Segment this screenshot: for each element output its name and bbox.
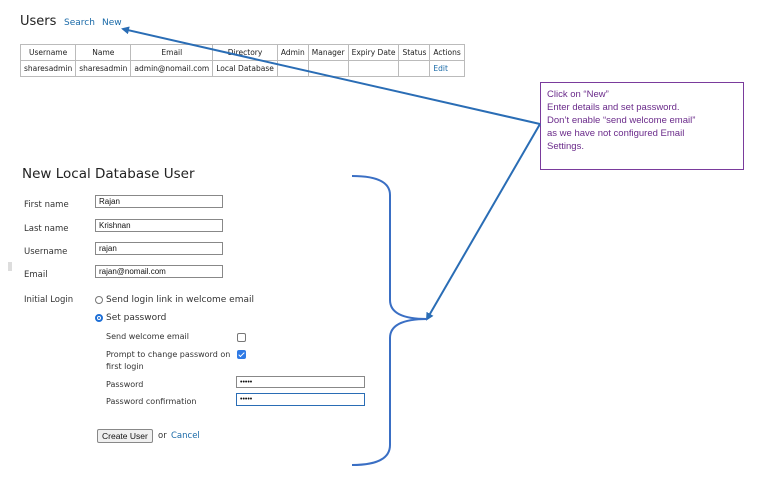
email-field[interactable] xyxy=(95,265,223,278)
callout-line: as we have not configured Email xyxy=(547,128,685,139)
cell-directory: Local Database xyxy=(212,60,278,77)
form-brace xyxy=(351,175,428,466)
last-name-label: Last name xyxy=(24,224,69,234)
column-header-status[interactable]: Status xyxy=(398,44,431,61)
create-user-button[interactable]: Create User xyxy=(97,429,153,443)
column-header-username[interactable]: Username xyxy=(19,44,77,61)
cell-admin xyxy=(276,60,309,77)
cell-name: sharesadmin xyxy=(75,60,132,77)
send-welcome-email-label: Send welcome email xyxy=(106,332,189,341)
instruction-callout: Click on “New” Enter details and set pas… xyxy=(540,82,744,170)
first-name-field[interactable] xyxy=(95,195,223,208)
users-table: Username Name Email Directory Admin Mana… xyxy=(19,44,465,77)
last-name-field[interactable] xyxy=(95,219,223,232)
column-header-actions: Actions xyxy=(429,44,465,61)
column-header-directory[interactable]: Directory xyxy=(212,44,278,61)
cell-manager xyxy=(307,60,349,77)
first-name-label: First name xyxy=(24,200,69,210)
send-login-link-label[interactable]: Send login link in welcome email xyxy=(106,295,254,305)
cell-actions: Edit xyxy=(429,60,465,77)
cancel-link[interactable]: Cancel xyxy=(171,431,200,441)
password-label: Password xyxy=(106,380,144,389)
cell-expiry-date xyxy=(347,60,400,77)
prompt-change-password-label: Prompt to change password on xyxy=(106,350,231,359)
callout-line: Enter details and set password. xyxy=(547,102,680,113)
cell-username: sharesadmin xyxy=(19,60,77,77)
initial-login-label: Initial Login xyxy=(24,295,74,305)
cell-status xyxy=(398,60,431,77)
prompt-change-password-checkbox[interactable] xyxy=(237,350,246,359)
cell-email: admin@nomail.com xyxy=(130,60,214,77)
column-header-admin[interactable]: Admin xyxy=(276,44,309,61)
callout-line: Don’t enable “send welcome email” xyxy=(547,115,696,126)
table-row: sharesadmin sharesadmin admin@nomail.com… xyxy=(19,60,465,77)
prompt-change-password-label-cont: first login xyxy=(106,362,144,371)
column-header-email[interactable]: Email xyxy=(130,44,214,61)
send-welcome-email-checkbox[interactable] xyxy=(237,333,246,342)
set-password-radio[interactable] xyxy=(95,314,103,322)
password-confirmation-field[interactable] xyxy=(236,393,365,406)
search-link[interactable]: Search xyxy=(64,18,95,28)
password-confirmation-label: Password confirmation xyxy=(106,397,197,406)
or-text: or xyxy=(158,431,167,441)
side-marker xyxy=(8,262,12,271)
column-header-expiry-date[interactable]: Expiry Date xyxy=(347,44,400,61)
email-label: Email xyxy=(24,270,48,280)
callout-line: Click on “New” xyxy=(547,89,609,100)
column-header-name[interactable]: Name xyxy=(75,44,132,61)
table-header-row: Username Name Email Directory Admin Mana… xyxy=(19,44,465,61)
column-header-manager[interactable]: Manager xyxy=(307,44,349,61)
arrow-to-form xyxy=(425,123,541,321)
set-password-label[interactable]: Set password xyxy=(106,313,166,323)
password-field[interactable] xyxy=(236,376,365,388)
send-login-link-radio[interactable] xyxy=(95,296,103,304)
callout-line: Settings. xyxy=(547,141,584,152)
username-label: Username xyxy=(24,247,68,257)
page-title: Users xyxy=(20,14,57,29)
form-title: New Local Database User xyxy=(22,166,195,182)
edit-user-link[interactable]: Edit xyxy=(433,64,448,73)
new-user-link[interactable]: New xyxy=(102,18,122,28)
username-field[interactable] xyxy=(95,242,223,255)
